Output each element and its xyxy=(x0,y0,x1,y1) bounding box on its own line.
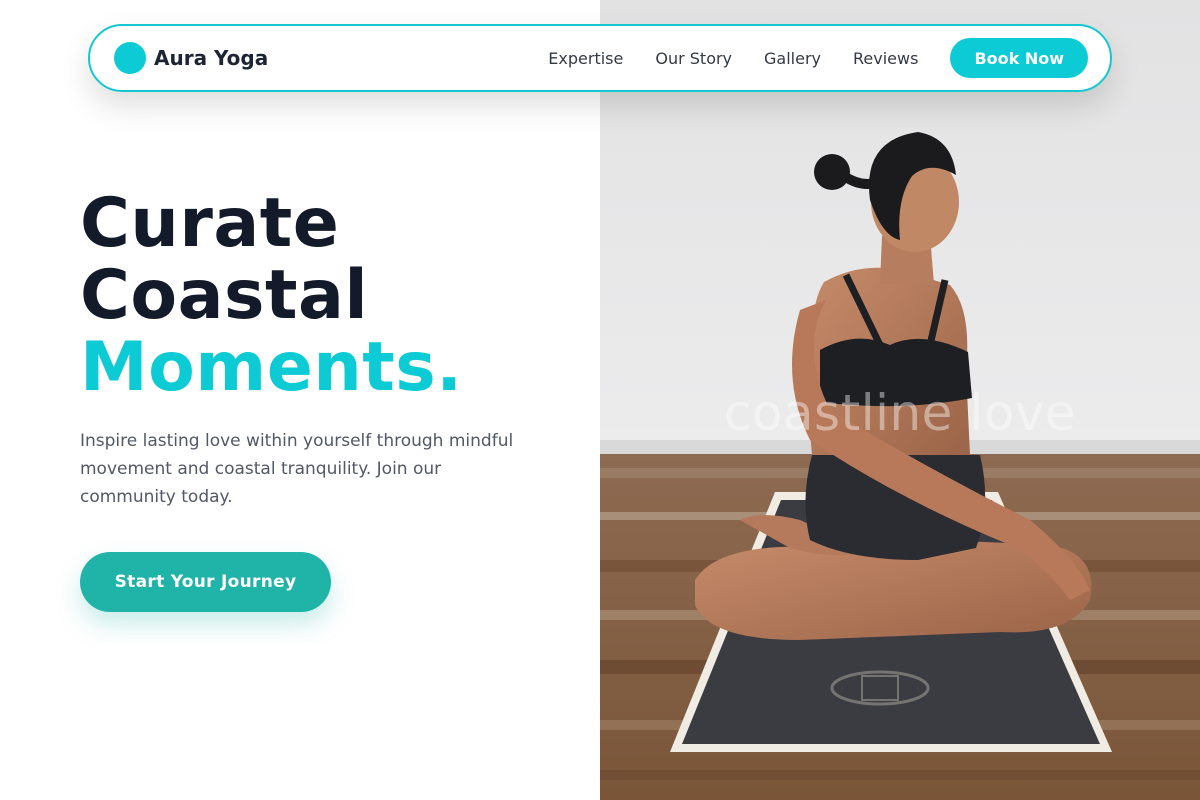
nav-link-expertise[interactable]: Expertise xyxy=(548,49,623,68)
headline-line-2: Coastal xyxy=(80,256,369,335)
nav-link-reviews[interactable]: Reviews xyxy=(853,49,918,68)
nav-link-our-story[interactable]: Our Story xyxy=(655,49,732,68)
hero-headline: Curate Coastal Moments. xyxy=(80,188,463,404)
nav-link-gallery[interactable]: Gallery xyxy=(764,49,821,68)
start-journey-button[interactable]: Start Your Journey xyxy=(80,552,331,612)
hero-subtext: Inspire lasting love within yourself thr… xyxy=(80,431,514,507)
book-now-button[interactable]: Book Now xyxy=(950,38,1088,78)
brand-name: Aura Yoga xyxy=(154,46,269,70)
headline-line-1: Curate xyxy=(80,184,340,263)
nav-links: Expertise Our Story Gallery Reviews Book… xyxy=(548,38,1088,78)
watermark-text: coastline love xyxy=(723,384,1077,442)
headline-line-3: Moments. xyxy=(80,328,463,407)
landing-page: coastline love Aura Yoga Expertise Our S… xyxy=(0,0,1200,800)
top-navigation: Aura Yoga Expertise Our Story Gallery Re… xyxy=(88,24,1112,92)
brand-logo[interactable]: Aura Yoga xyxy=(114,42,268,74)
photo-watermark: coastline love xyxy=(600,384,1200,442)
teal-circle-logo-icon xyxy=(114,42,146,74)
hero-photo: coastline love xyxy=(600,0,1200,800)
